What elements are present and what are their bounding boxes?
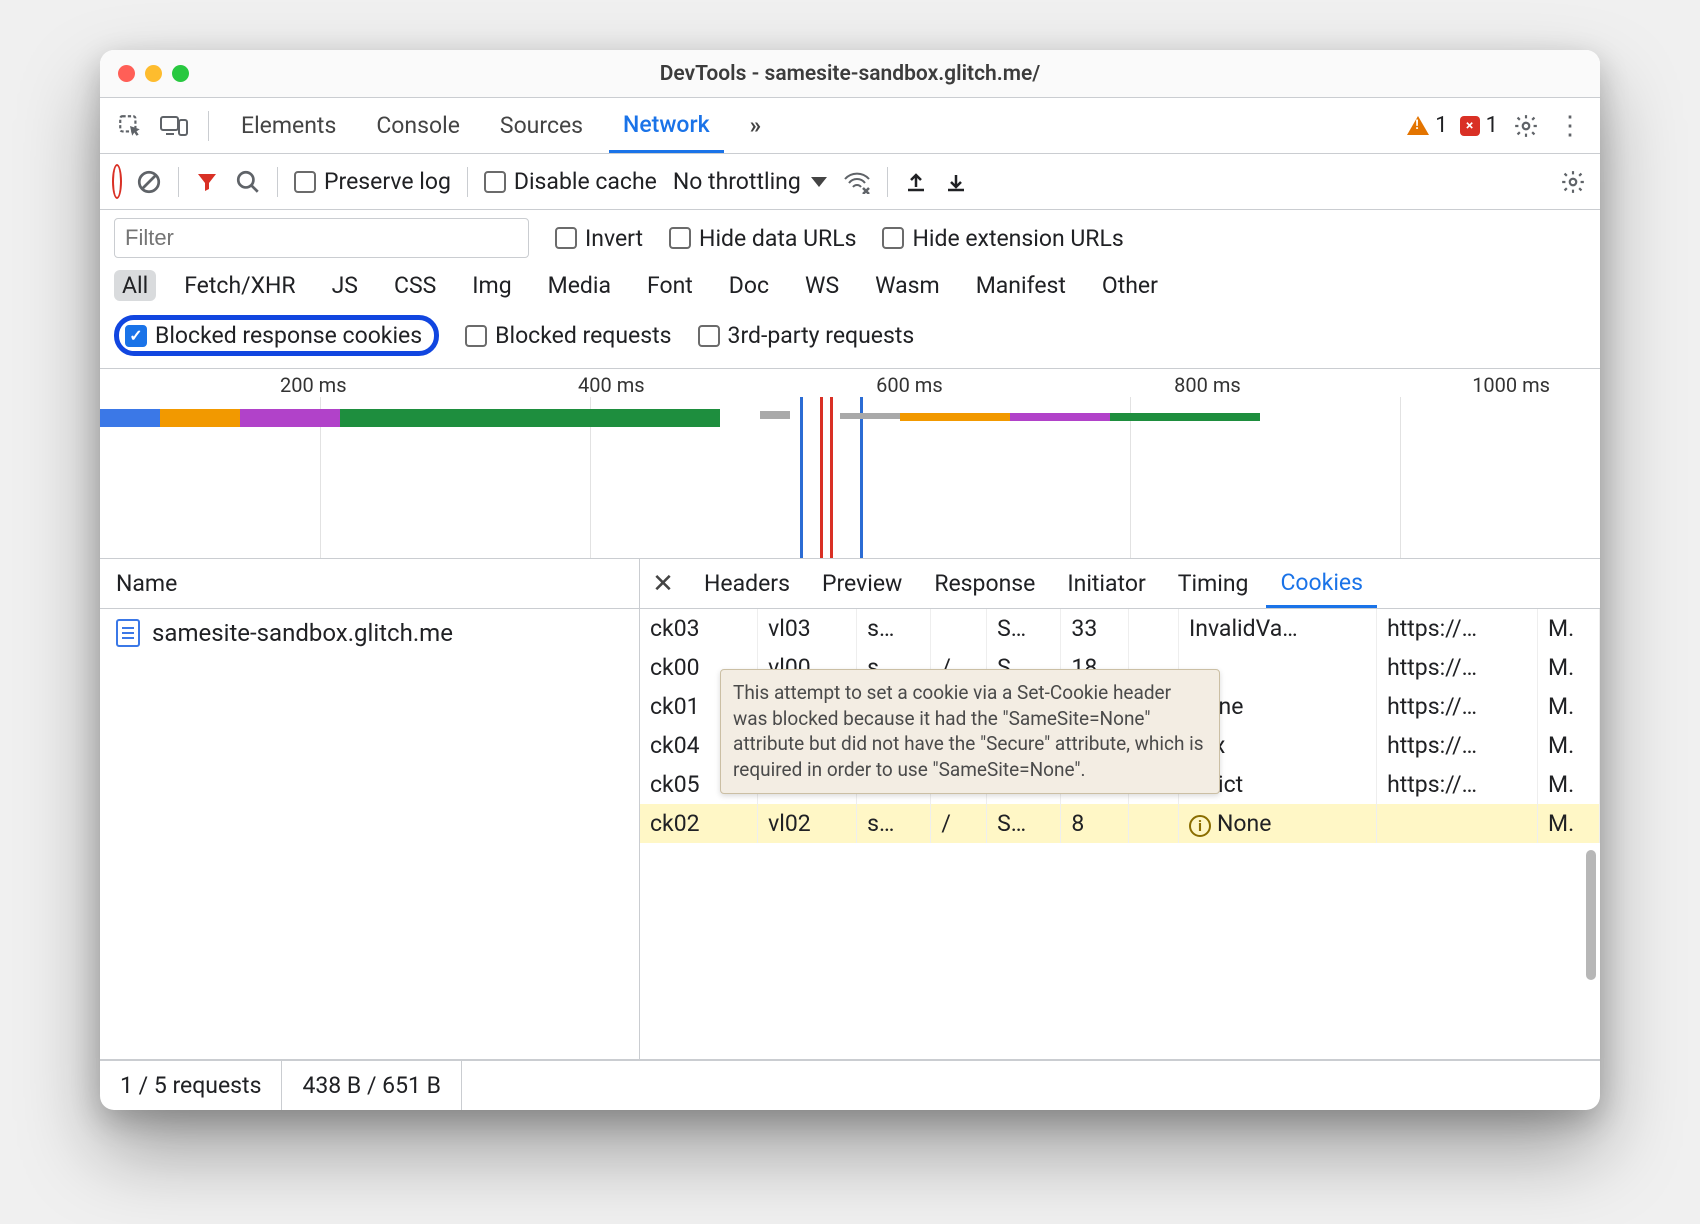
chevron-down-icon xyxy=(811,177,827,187)
dtab-initiator[interactable]: Initiator xyxy=(1053,559,1159,608)
cookie-name: ck03 xyxy=(640,609,758,648)
request-list-header[interactable]: Name xyxy=(100,559,639,609)
close-details-icon[interactable]: ✕ xyxy=(640,569,686,599)
invert-checkbox[interactable]: Invert xyxy=(555,225,643,252)
window-title: DevTools - samesite-sandbox.glitch.me/ xyxy=(100,62,1600,86)
disable-cache-checkbox[interactable]: Disable cache xyxy=(484,168,657,195)
cookie-value: vl03 xyxy=(758,609,857,648)
blocked-requests-checkbox[interactable]: Blocked requests xyxy=(465,322,671,349)
tick: 600 ms xyxy=(876,373,943,397)
network-settings-gear-icon[interactable] xyxy=(1560,169,1586,195)
upload-har-icon[interactable] xyxy=(904,169,928,195)
errors-badge[interactable]: ×1 xyxy=(1460,113,1498,138)
error-icon: × xyxy=(1460,116,1480,136)
type-img[interactable]: Img xyxy=(464,270,519,301)
divider xyxy=(208,111,209,141)
hide-ext-urls-checkbox[interactable]: Hide extension URLs xyxy=(882,225,1123,252)
blocked-cookies-callout: Blocked response cookies xyxy=(114,315,439,356)
info-icon: i xyxy=(1189,815,1211,837)
type-filter-bar: All Fetch/XHR JS CSS Img Media Font Doc … xyxy=(100,266,1600,309)
status-bytes: 438 B / 651 B xyxy=(282,1061,462,1110)
gear-icon[interactable] xyxy=(1510,110,1542,142)
record-button[interactable] xyxy=(114,169,120,194)
window-scrollbar[interactable] xyxy=(1586,850,1596,980)
details-tabs: ✕ Headers Preview Response Initiator Tim… xyxy=(640,559,1600,609)
download-har-icon[interactable] xyxy=(944,169,968,195)
kebab-icon[interactable]: ⋮ xyxy=(1554,110,1586,142)
search-button[interactable] xyxy=(235,169,261,195)
dtab-response[interactable]: Response xyxy=(920,559,1049,608)
type-manifest[interactable]: Manifest xyxy=(968,270,1074,301)
request-panes: Name samesite-sandbox.glitch.me ✕ Header… xyxy=(100,559,1600,1060)
type-css[interactable]: CSS xyxy=(386,270,444,301)
type-wasm[interactable]: Wasm xyxy=(867,270,948,301)
cookie-samesite: iNone xyxy=(1179,804,1377,843)
type-ws[interactable]: WS xyxy=(797,270,847,301)
more-tabs-icon[interactable]: » xyxy=(736,98,776,153)
cookie-row[interactable]: ck02vl02s…/S…8iNoneM. xyxy=(640,804,1600,843)
tab-elements[interactable]: Elements xyxy=(227,98,350,153)
warnings-badge[interactable]: 1 xyxy=(1407,113,1447,138)
record-icon xyxy=(114,166,120,197)
type-all[interactable]: All xyxy=(114,270,156,301)
type-fetch-xhr[interactable]: Fetch/XHR xyxy=(176,270,303,301)
filter-bar-1: Invert Hide data URLs Hide extension URL… xyxy=(100,210,1600,266)
tick: 800 ms xyxy=(1174,373,1241,397)
cookie-samesite: InvalidVa… xyxy=(1179,609,1377,648)
divider xyxy=(467,167,468,197)
clear-button[interactable] xyxy=(136,169,162,195)
request-list: Name samesite-sandbox.glitch.me xyxy=(100,559,640,1059)
status-bar: 1 / 5 requests 438 B / 651 B xyxy=(100,1060,1600,1110)
inspect-icon[interactable] xyxy=(114,110,146,142)
request-row[interactable]: samesite-sandbox.glitch.me xyxy=(100,609,639,657)
cookie-name: ck02 xyxy=(640,804,758,843)
type-font[interactable]: Font xyxy=(639,270,701,301)
divider xyxy=(178,167,179,197)
tick: 200 ms xyxy=(280,373,347,397)
dtab-cookies[interactable]: Cookies xyxy=(1266,559,1377,608)
dtab-timing[interactable]: Timing xyxy=(1164,559,1263,608)
filter-bar-3: Blocked response cookies Blocked request… xyxy=(100,309,1600,369)
third-party-checkbox[interactable]: 3rd-party requests xyxy=(698,322,915,349)
tab-console[interactable]: Console xyxy=(362,98,474,153)
preserve-log-checkbox[interactable]: Preserve log xyxy=(294,168,451,195)
filter-toggle[interactable] xyxy=(195,170,219,194)
warnings-count: 1 xyxy=(1435,113,1447,138)
status-requests: 1 / 5 requests xyxy=(100,1061,282,1110)
cookies-table: ck03vl03s…S…33InvalidVa…https://…M.ck00v… xyxy=(640,609,1600,1059)
hide-data-urls-checkbox[interactable]: Hide data URLs xyxy=(669,225,856,252)
divider xyxy=(887,167,888,197)
network-toolbar: Preserve log Disable cache No throttling xyxy=(100,154,1600,210)
network-conditions-icon[interactable] xyxy=(843,170,871,194)
divider xyxy=(277,167,278,197)
tab-sources[interactable]: Sources xyxy=(486,98,597,153)
devtools-window: DevTools - samesite-sandbox.glitch.me/ E… xyxy=(100,50,1600,1110)
request-name: samesite-sandbox.glitch.me xyxy=(152,619,453,647)
cookie-value: vl02 xyxy=(758,804,857,843)
cookie-row[interactable]: ck03vl03s…S…33InvalidVa…https://…M. xyxy=(640,609,1600,648)
blocked-cookies-checkbox[interactable]: Blocked response cookies xyxy=(125,322,422,349)
type-media[interactable]: Media xyxy=(540,270,619,301)
type-other[interactable]: Other xyxy=(1094,270,1166,301)
errors-count: 1 xyxy=(1486,113,1498,138)
tick: 400 ms xyxy=(578,373,645,397)
tick: 1000 ms xyxy=(1472,373,1550,397)
device-toggle-icon[interactable] xyxy=(158,110,190,142)
type-js[interactable]: JS xyxy=(324,270,366,301)
main-tabstrip: Elements Console Sources Network » 1 ×1 … xyxy=(100,98,1600,154)
details-pane: ✕ Headers Preview Response Initiator Tim… xyxy=(640,559,1600,1059)
throttling-select[interactable]: No throttling xyxy=(673,168,827,195)
tab-network[interactable]: Network xyxy=(609,98,724,153)
dtab-preview[interactable]: Preview xyxy=(808,559,916,608)
titlebar: DevTools - samesite-sandbox.glitch.me/ xyxy=(100,50,1600,98)
dtab-headers[interactable]: Headers xyxy=(690,559,804,608)
warning-icon xyxy=(1407,116,1429,135)
overview-timeline[interactable]: 200 ms 400 ms 600 ms 800 ms 1000 ms xyxy=(100,369,1600,559)
type-doc[interactable]: Doc xyxy=(721,270,777,301)
filter-input[interactable] xyxy=(114,218,529,258)
document-icon xyxy=(116,619,140,647)
cookie-blocked-tooltip: This attempt to set a cookie via a Set-C… xyxy=(720,669,1220,794)
